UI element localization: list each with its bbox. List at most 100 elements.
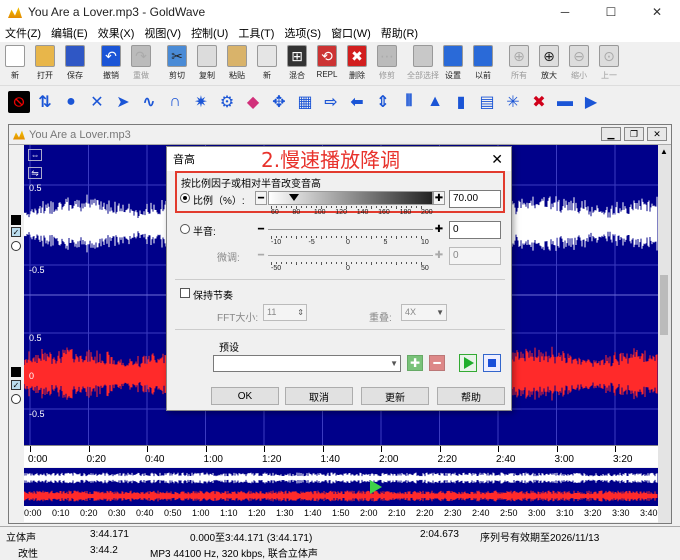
- effect-limit-icon[interactable]: ✖: [528, 91, 550, 113]
- left-channel-checkbox[interactable]: ✓: [11, 227, 21, 237]
- effect-echo-icon[interactable]: ∩: [164, 91, 186, 113]
- effect-grid-icon[interactable]: ▦: [294, 91, 316, 113]
- effect-more-icon[interactable]: ▶: [580, 91, 602, 113]
- effect-bars-icon[interactable]: ▮: [450, 91, 472, 113]
- menu-options[interactable]: 选项(S): [279, 25, 326, 41]
- menu-window[interactable]: 窗口(W): [326, 25, 376, 41]
- view-toggle-icon[interactable]: ⇔: [28, 149, 42, 161]
- semitone-increase-button[interactable]: ✚: [433, 222, 445, 236]
- effect-equalizer-icon[interactable]: ✷: [190, 91, 212, 113]
- remove-preset-button[interactable]: ━: [429, 355, 445, 371]
- keep-tempo-checkbox[interactable]: [180, 287, 190, 299]
- overview-waveform[interactable]: [23, 468, 658, 506]
- doc-minimize-button[interactable]: ▁: [601, 127, 621, 141]
- effect-playrate-icon[interactable]: ▲: [424, 91, 446, 113]
- mix-toggle-icon[interactable]: ⇋: [28, 167, 42, 179]
- ratio-slider[interactable]: [268, 191, 433, 205]
- toolbar-mix-button[interactable]: ⊞ 混合: [282, 42, 312, 86]
- semitone-radio[interactable]: [180, 223, 190, 235]
- toolbar-open-folder-button[interactable]: 打开: [30, 42, 60, 86]
- preset-select[interactable]: ▼: [213, 355, 401, 372]
- ratio-value-input[interactable]: 70.00: [449, 190, 501, 208]
- effect-stereo-icon[interactable]: ▬: [554, 91, 576, 113]
- overlap-select[interactable]: 4X ▼: [401, 304, 447, 321]
- fine-increase-button[interactable]: ✚: [433, 248, 445, 262]
- toolbar-zoom-all-button[interactable]: ⊕ 所有: [504, 42, 534, 86]
- effect-spectrum-icon[interactable]: ▤: [476, 91, 498, 113]
- minimize-button[interactable]: ─: [542, 0, 588, 24]
- ratio-decrease-button[interactable]: ━: [255, 191, 267, 205]
- toolbar-undo-button[interactable]: ↶ 撤销: [96, 42, 126, 86]
- semitone-value-input[interactable]: 0: [449, 221, 501, 239]
- effect-gear-icon[interactable]: ⚙: [216, 91, 238, 113]
- effect-doppler-icon[interactable]: ⇨: [320, 91, 342, 113]
- effect-stop-icon[interactable]: ⦸: [8, 91, 30, 113]
- toolbar-zoom-out-button[interactable]: ⊖ 缩小: [564, 42, 594, 86]
- menu-help[interactable]: 帮助(R): [376, 25, 423, 41]
- doc-restore-button[interactable]: ❐: [624, 127, 644, 141]
- ratio-radio[interactable]: [180, 192, 190, 204]
- fine-tune-slider[interactable]: [268, 255, 433, 256]
- toolbar-new-file-button[interactable]: 新: [0, 42, 30, 86]
- fft-size-input[interactable]: 11 ⇕: [263, 304, 307, 321]
- effect-sphere-icon[interactable]: ●: [60, 91, 82, 113]
- menu-tools[interactable]: 工具(T): [233, 25, 279, 41]
- time-ruler[interactable]: 0:00 0:20 0:40 1:00 1:20 1:40 2:00 2:20 2:40 3:00…: [24, 445, 658, 467]
- preview-stop-button[interactable]: [483, 354, 501, 372]
- spinner-icon[interactable]: ⇕: [297, 308, 304, 317]
- toolbar-set-button[interactable]: 设置: [438, 42, 468, 86]
- scroll-thumb[interactable]: [660, 275, 668, 335]
- cancel-button[interactable]: 取消: [285, 387, 353, 405]
- close-window-button[interactable]: ✕: [634, 0, 680, 24]
- help-button[interactable]: 帮助: [437, 387, 505, 405]
- scroll-up-icon[interactable]: ▲: [660, 147, 668, 156]
- vertical-scrollbar[interactable]: ▲: [658, 145, 671, 523]
- fine-decrease-button[interactable]: ━: [255, 248, 267, 262]
- menu-view[interactable]: 视图(V): [139, 25, 186, 41]
- right-channel-radio[interactable]: [11, 394, 21, 404]
- right-channel-black-icon[interactable]: [11, 367, 21, 377]
- effect-arrow-left-icon[interactable]: ⬅: [346, 91, 368, 113]
- toolbar-redo-button[interactable]: ↷ 重做: [126, 42, 156, 86]
- toolbar-paste-new-button[interactable]: 新: [252, 42, 282, 86]
- toolbar-paste-button[interactable]: 粘贴: [222, 42, 252, 86]
- menu-edit[interactable]: 编辑(E): [46, 25, 93, 41]
- right-channel-checkbox[interactable]: ✓: [11, 380, 21, 390]
- menu-file[interactable]: 文件(Z): [0, 25, 46, 41]
- effect-compress-icon[interactable]: ✳: [502, 91, 524, 113]
- effect-color-icon[interactable]: ◆: [242, 91, 264, 113]
- left-channel-black-icon[interactable]: [11, 215, 21, 225]
- effect-expand-icon[interactable]: ✥: [268, 91, 290, 113]
- toolbar-previous-button[interactable]: 以前: [468, 42, 498, 86]
- ok-button[interactable]: OK: [211, 387, 279, 405]
- toolbar-zoom-in-button[interactable]: ⊕ 放大: [534, 42, 564, 86]
- semitone-slider[interactable]: [268, 229, 433, 230]
- update-button[interactable]: 更新: [361, 387, 429, 405]
- toolbar-cut-button[interactable]: ✂ 剪切: [162, 42, 192, 86]
- maximize-button[interactable]: ☐: [588, 0, 634, 24]
- left-channel-radio[interactable]: [11, 241, 21, 251]
- effect-sliders-icon[interactable]: ⫴: [398, 91, 420, 113]
- effect-wave-icon[interactable]: ∿: [138, 91, 160, 113]
- menu-effects[interactable]: 效果(X): [93, 25, 140, 41]
- fine-tune-value-input[interactable]: 0: [449, 247, 501, 265]
- menu-control[interactable]: 控制(U): [186, 25, 233, 41]
- toolbar-trim-button[interactable]: ⋯ 修剪: [372, 42, 402, 86]
- toolbar-delete-button[interactable]: ✖ 删除: [342, 42, 372, 86]
- doc-close-button[interactable]: ✕: [647, 127, 667, 141]
- playback-marker-icon[interactable]: [370, 480, 382, 494]
- ratio-slider-thumb[interactable]: [289, 194, 299, 201]
- effect-volume-icon[interactable]: ⇅: [34, 91, 56, 113]
- toolbar-copy-button[interactable]: 复制: [192, 42, 222, 86]
- effect-pitch-icon[interactable]: ⇕: [372, 91, 394, 113]
- semitone-decrease-button[interactable]: ━: [255, 222, 267, 236]
- effect-mute-icon[interactable]: ✕: [86, 91, 108, 113]
- effect-forward-icon[interactable]: ➤: [112, 91, 134, 113]
- add-preset-button[interactable]: ✚: [407, 355, 423, 371]
- dialog-close-icon[interactable]: ✕: [491, 151, 503, 168]
- toolbar-select-all-button[interactable]: 全部选择: [407, 42, 439, 86]
- toolbar-replace-button[interactable]: ⟲ REPL: [312, 42, 342, 86]
- toolbar-save-button[interactable]: 保存: [60, 42, 90, 86]
- preview-play-button[interactable]: [459, 354, 477, 372]
- ratio-increase-button[interactable]: ✚: [433, 191, 445, 205]
